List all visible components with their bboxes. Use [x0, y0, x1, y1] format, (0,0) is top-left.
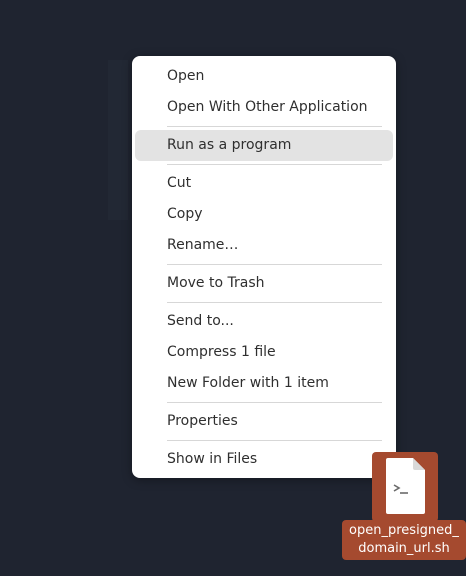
menu-item-label: Show in Files: [167, 451, 258, 467]
menu-item-show-in-files[interactable]: Show in Files: [132, 444, 396, 475]
background-window-edge: [108, 60, 128, 220]
menu-separator: [167, 402, 382, 403]
menu-item-run-as-program[interactable]: Run as a program: [132, 130, 396, 161]
menu-item-label: Send to...: [167, 313, 234, 329]
menu-item-move-to-trash[interactable]: Move to Trash: [132, 268, 396, 299]
menu-item-cut[interactable]: Cut: [132, 168, 396, 199]
menu-item-label: Copy: [167, 206, 203, 222]
context-menu: Open Open With Other Application Run as …: [132, 56, 396, 478]
menu-item-label: Cut: [167, 175, 192, 191]
menu-item-label: Open With Other Application: [167, 99, 368, 115]
menu-separator: [167, 440, 382, 441]
menu-item-label: Rename…: [167, 237, 239, 253]
menu-item-open[interactable]: Open: [132, 61, 396, 92]
menu-item-label: Properties: [167, 413, 238, 429]
file-name-line-2: domain_url.sh: [358, 541, 450, 556]
desktop-file-label[interactable]: open_presigned_ domain_url.sh: [342, 520, 466, 560]
script-file-icon: [386, 458, 425, 514]
file-name-line-1: open_presigned_: [349, 523, 459, 538]
menu-separator: [167, 126, 382, 127]
menu-separator: [167, 302, 382, 303]
menu-item-properties[interactable]: Properties: [132, 406, 396, 437]
menu-item-label: New Folder with 1 item: [167, 375, 329, 391]
menu-item-compress[interactable]: Compress 1 file: [132, 337, 396, 368]
menu-item-label: Run as a program: [167, 137, 292, 153]
menu-item-new-folder-with-item[interactable]: New Folder with 1 item: [132, 368, 396, 399]
menu-separator: [167, 164, 382, 165]
menu-item-label: Open: [167, 68, 205, 84]
menu-separator: [167, 264, 382, 265]
menu-item-open-with[interactable]: Open With Other Application: [132, 92, 396, 123]
menu-item-copy[interactable]: Copy: [132, 199, 396, 230]
menu-item-label: Compress 1 file: [167, 344, 276, 360]
menu-item-label: Move to Trash: [167, 275, 265, 291]
menu-item-send-to[interactable]: Send to...: [132, 306, 396, 337]
desktop-file-icon-selection[interactable]: [372, 452, 438, 522]
menu-item-rename[interactable]: Rename…: [132, 230, 396, 261]
